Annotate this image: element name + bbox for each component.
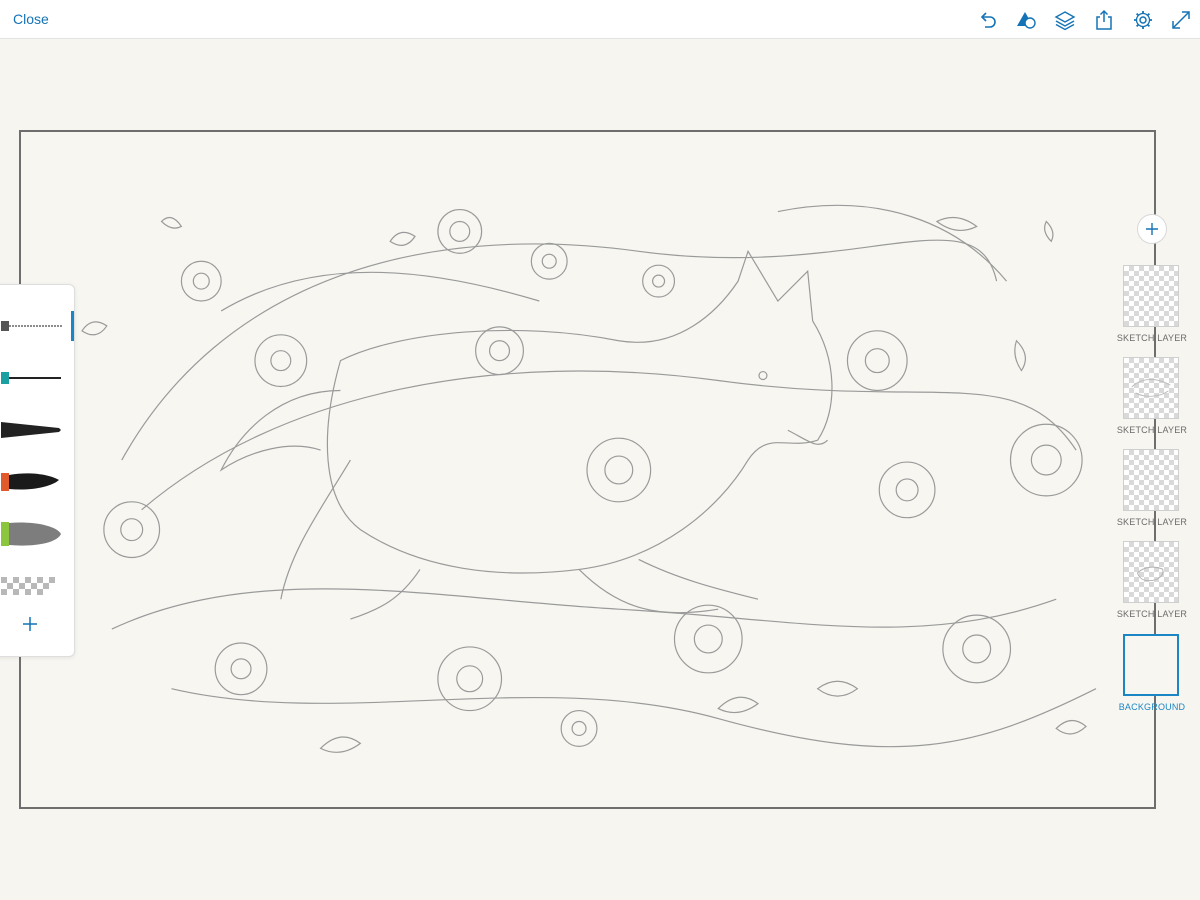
eraser-brush[interactable]	[1, 571, 63, 601]
share-icon[interactable]	[1093, 9, 1115, 31]
sketch-artwork	[81, 204, 1097, 753]
layer-label: SKETCH LAYER	[1116, 517, 1188, 527]
add-brush-plus-icon[interactable]	[21, 615, 39, 633]
layer-label: SKETCH LAYER	[1116, 609, 1188, 619]
layer-label: SKETCH LAYER	[1116, 333, 1188, 343]
layer-thumbnail[interactable]	[1123, 265, 1179, 327]
shapes-icon[interactable]	[1015, 9, 1037, 31]
layer-thumbnail[interactable]	[1123, 357, 1179, 419]
drawing-canvas[interactable]	[19, 130, 1156, 809]
fullscreen-icon[interactable]	[1170, 9, 1192, 31]
top-toolbar: Close	[0, 0, 1200, 39]
background-layer-thumbnail[interactable]	[1123, 634, 1179, 696]
brush-panel	[0, 284, 75, 657]
layers-icon[interactable]	[1054, 9, 1076, 31]
active-brush-indicator	[71, 311, 74, 341]
background-layer-label: BACKGROUND	[1118, 702, 1186, 712]
undo-icon[interactable]	[977, 9, 999, 31]
layer-thumbnail[interactable]	[1123, 449, 1179, 511]
brush-pen[interactable]	[1, 415, 63, 445]
settings-icon[interactable]	[1132, 9, 1154, 31]
ink-pen-brush[interactable]	[1, 363, 63, 393]
watercolor-brush[interactable]	[1, 519, 63, 549]
layer-label: SKETCH LAYER	[1116, 425, 1188, 435]
paint-brush[interactable]	[1, 467, 63, 497]
close-button[interactable]: Close	[13, 11, 49, 27]
add-layer-plus-icon[interactable]	[1137, 214, 1167, 244]
pencil-brush[interactable]	[1, 311, 63, 341]
layer-thumbnail[interactable]	[1123, 541, 1179, 603]
